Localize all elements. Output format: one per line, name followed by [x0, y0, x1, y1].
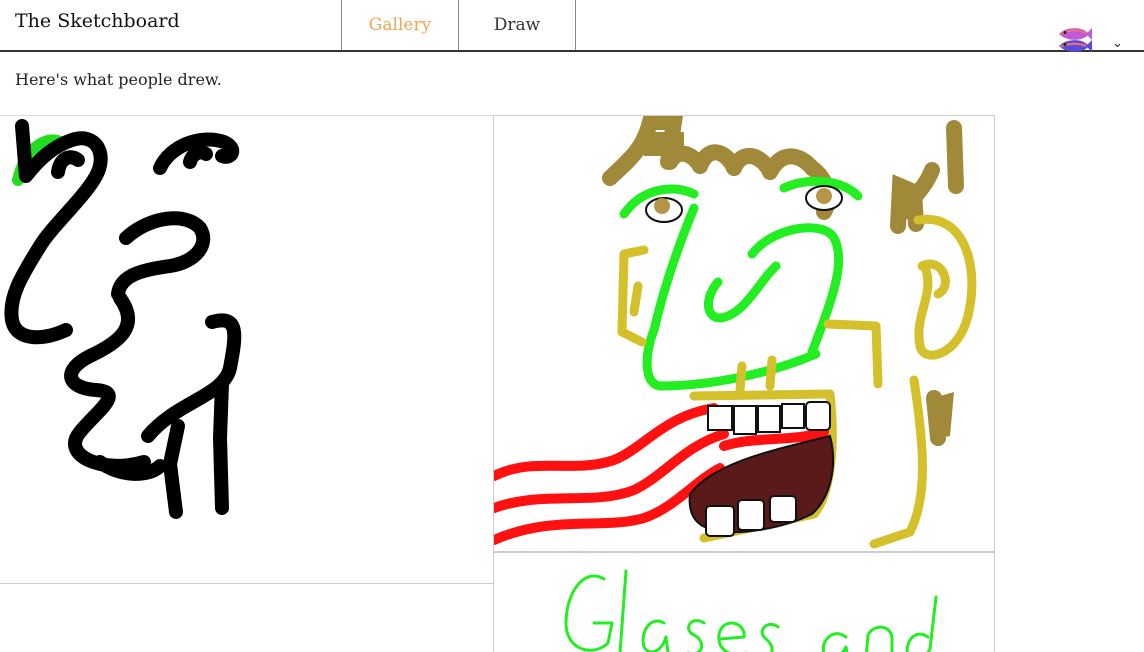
tab-gallery[interactable]: Gallery	[341, 0, 458, 50]
drawing-handwritten-text	[564, 569, 938, 652]
gallery-card-3[interactable]	[493, 552, 995, 652]
tab-draw-label: Draw	[493, 15, 541, 35]
drawing-black-scribble-face	[4, 119, 242, 519]
drawing-big-nose-face	[494, 116, 977, 549]
chevron-down-icon[interactable]: ⌄	[1112, 36, 1123, 51]
fish-pair-icon[interactable]	[1050, 18, 1110, 62]
brand-title[interactable]: The Sketchboard	[15, 10, 180, 32]
app: The Sketchboard Gallery Draw ⌄ Here's wh…	[0, 0, 1144, 652]
tab-gallery-label: Gallery	[368, 15, 432, 35]
tab-draw[interactable]: Draw	[458, 0, 576, 50]
gallery-card-1[interactable]	[0, 116, 494, 584]
top-nav-bar: The Sketchboard Gallery Draw	[0, 0, 1144, 52]
gallery-card-2[interactable]	[493, 115, 995, 552]
gallery-intro: Here's what people drew.	[15, 70, 222, 89]
